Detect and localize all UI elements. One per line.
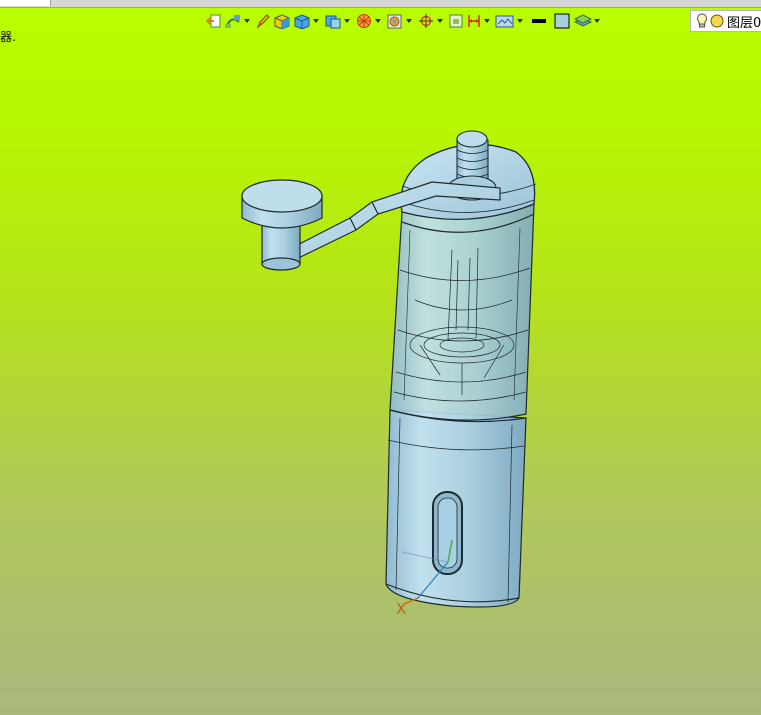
x-axis-label: X — [396, 600, 406, 618]
grinder-upper-body — [389, 203, 535, 421]
model-viewport[interactable]: X — [0, 0, 761, 715]
grinder-lower-body — [385, 409, 527, 608]
